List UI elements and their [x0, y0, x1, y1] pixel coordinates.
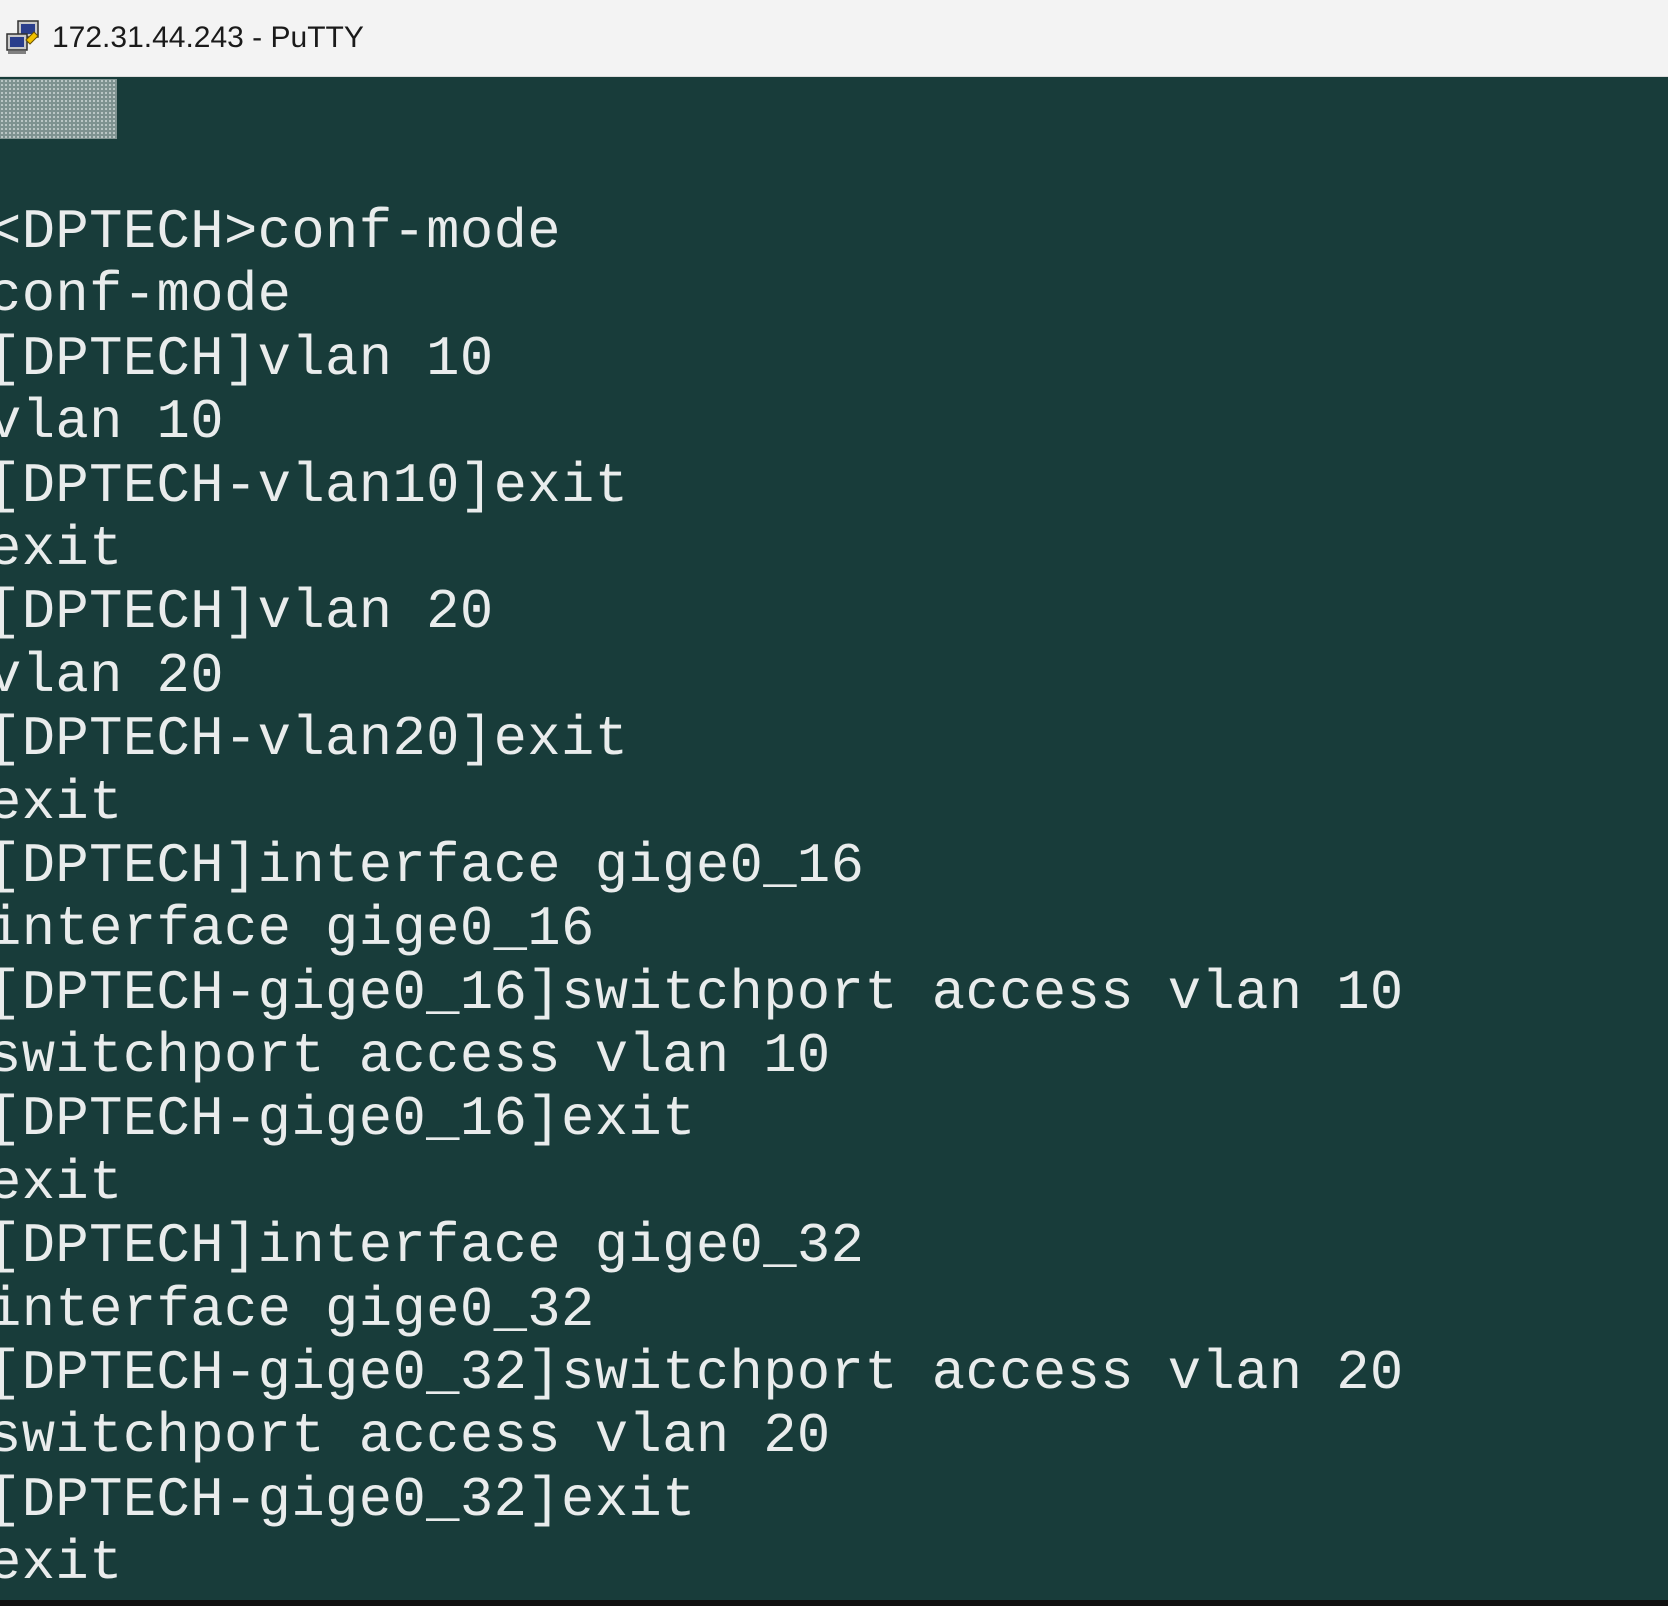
terminal-line: [DPTECH]interface gige0_32: [0, 1215, 865, 1279]
terminal-line: switchport access vlan 20: [0, 1405, 831, 1469]
terminal-line: switchport access vlan 10: [0, 1025, 831, 1089]
title-bar[interactable]: 172.31.44.243 - PuTTY: [0, 0, 1668, 77]
putty-window: 172.31.44.243 - PuTTY <DPTECH>conf-mode c…: [0, 0, 1668, 1606]
terminal-line: interface gige0_16: [0, 898, 595, 962]
terminal-line: exit: [0, 517, 123, 581]
window-bottom-border: [0, 1600, 1668, 1606]
terminal-line: vlan 10: [0, 391, 224, 455]
terminal-line: <DPTECH>conf-mode: [0, 201, 561, 264]
terminal-line: exit: [0, 1532, 123, 1596]
terminal-line: vlan 20: [0, 644, 224, 708]
terminal-line: [DPTECH-gige0_32]exit: [0, 1468, 696, 1532]
terminal-line: interface gige0_32: [0, 1278, 595, 1342]
terminal-line: [DPTECH-gige0_32]switchport access vlan …: [0, 1342, 1404, 1406]
terminal-line: [DPTECH-vlan10]exit: [0, 454, 629, 518]
terminal-line: [DPTECH]vlan 20: [0, 581, 494, 645]
terminal-line: exit: [0, 771, 123, 835]
terminal-line: [DPTECH]interface gige0_16: [0, 834, 865, 898]
terminal-line: conf-mode: [0, 264, 292, 328]
terminal-area[interactable]: <DPTECH>conf-mode conf-mode [DPTECH]vlan 1…: [0, 77, 1668, 1600]
terminal-line: [DPTECH]vlan 10: [0, 327, 494, 391]
terminal-line: exit: [0, 1151, 123, 1215]
putty-icon[interactable]: [4, 18, 44, 58]
terminal-line: [DPTECH-vlan20]exit: [0, 708, 629, 772]
window-title: 172.31.44.243 - PuTTY: [52, 21, 364, 54]
terminal-line: [DPTECH-gige0_16]switchport access vlan …: [0, 961, 1404, 1025]
terminal-line: [DPTECH-gige0_16]exit: [0, 1088, 696, 1152]
scrollbar-thumb[interactable]: [0, 79, 117, 139]
terminal-output: <DPTECH>conf-mode conf-mode [DPTECH]vlan 1…: [0, 201, 1404, 1596]
